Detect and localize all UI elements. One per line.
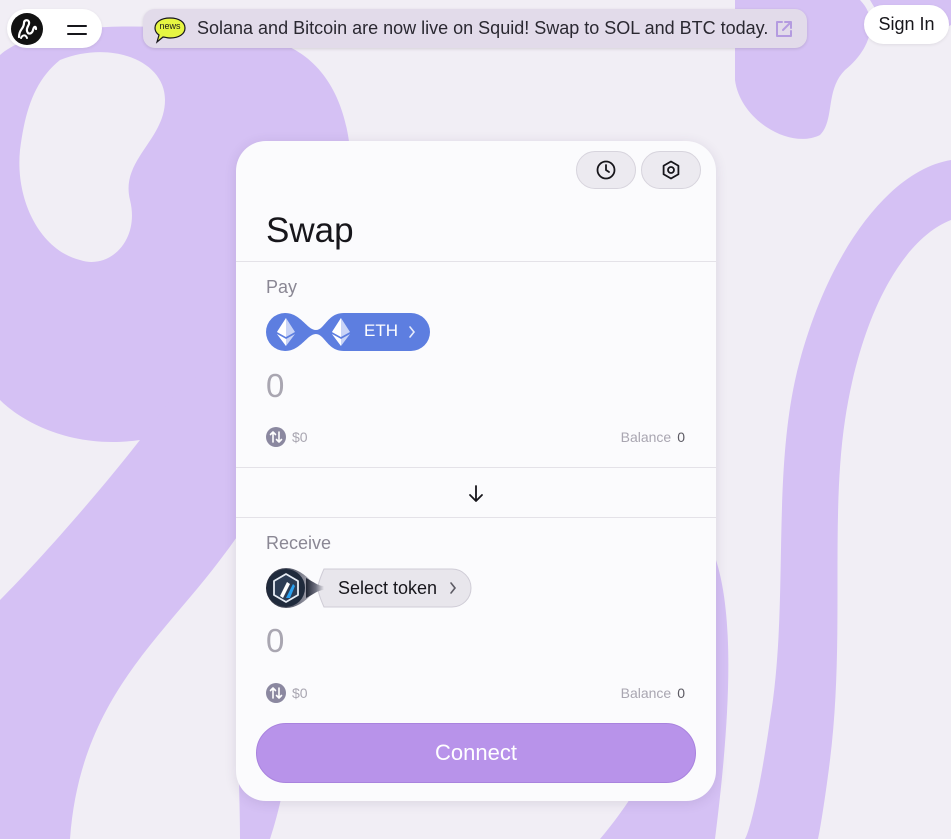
chevron-right-icon [409,326,416,338]
ethereum-icon [332,318,350,346]
receive-amount-input[interactable]: 0 [266,622,284,660]
arbitrum-icon [267,569,305,607]
menu-icon[interactable] [67,21,87,37]
logo-menu-pill [7,9,102,48]
receive-usd-value: $0 [292,685,308,701]
sign-in-button[interactable]: Sign In [864,5,949,44]
usd-toggle-icon [266,427,286,447]
history-button[interactable] [576,151,636,189]
receive-token-placeholder: Select token [338,578,438,598]
divider [236,517,716,518]
pay-amount-input[interactable]: 0 [266,367,284,405]
pay-label: Pay [266,277,298,297]
pay-token-symbol: ETH [364,321,398,340]
connect-button[interactable]: Connect [256,723,696,783]
swap-card: Swap Pay ETH 0 $0 Balance 0 Receive Sele… [236,141,716,801]
divider [236,261,716,262]
receive-balance-value: 0 [677,685,685,701]
pay-usd-row[interactable]: $0 [266,427,308,447]
pay-usd-value: $0 [292,429,308,445]
usd-toggle-icon [266,683,286,703]
pay-balance: Balance 0 [621,429,685,445]
settings-button[interactable] [641,151,701,189]
pay-balance-value: 0 [677,429,685,445]
receive-balance: Balance 0 [621,685,685,701]
arrow-down-icon[interactable] [466,483,486,505]
external-link-icon[interactable] [773,18,795,40]
squid-logo-icon[interactable] [11,12,43,45]
news-badge-icon: news [153,16,187,44]
receive-label: Receive [266,533,332,553]
pay-token-selector[interactable]: ETH [266,313,430,351]
news-banner[interactable]: news Solana and Bitcoin are now live on … [143,9,807,48]
news-announcement-text: Solana and Bitcoin are now live on Squid… [197,18,769,38]
news-badge-label: news [159,20,181,31]
divider [236,467,716,468]
receive-token-selector[interactable]: Select token [266,568,472,608]
swap-title: Swap [266,211,354,250]
pay-balance-label: Balance [620,429,672,445]
chevron-right-icon [450,582,457,594]
settings-icon [662,160,680,180]
history-icon [596,160,616,180]
ethereum-icon [277,318,295,346]
receive-usd-row[interactable]: $0 [266,683,308,703]
receive-balance-label: Balance [620,685,672,701]
